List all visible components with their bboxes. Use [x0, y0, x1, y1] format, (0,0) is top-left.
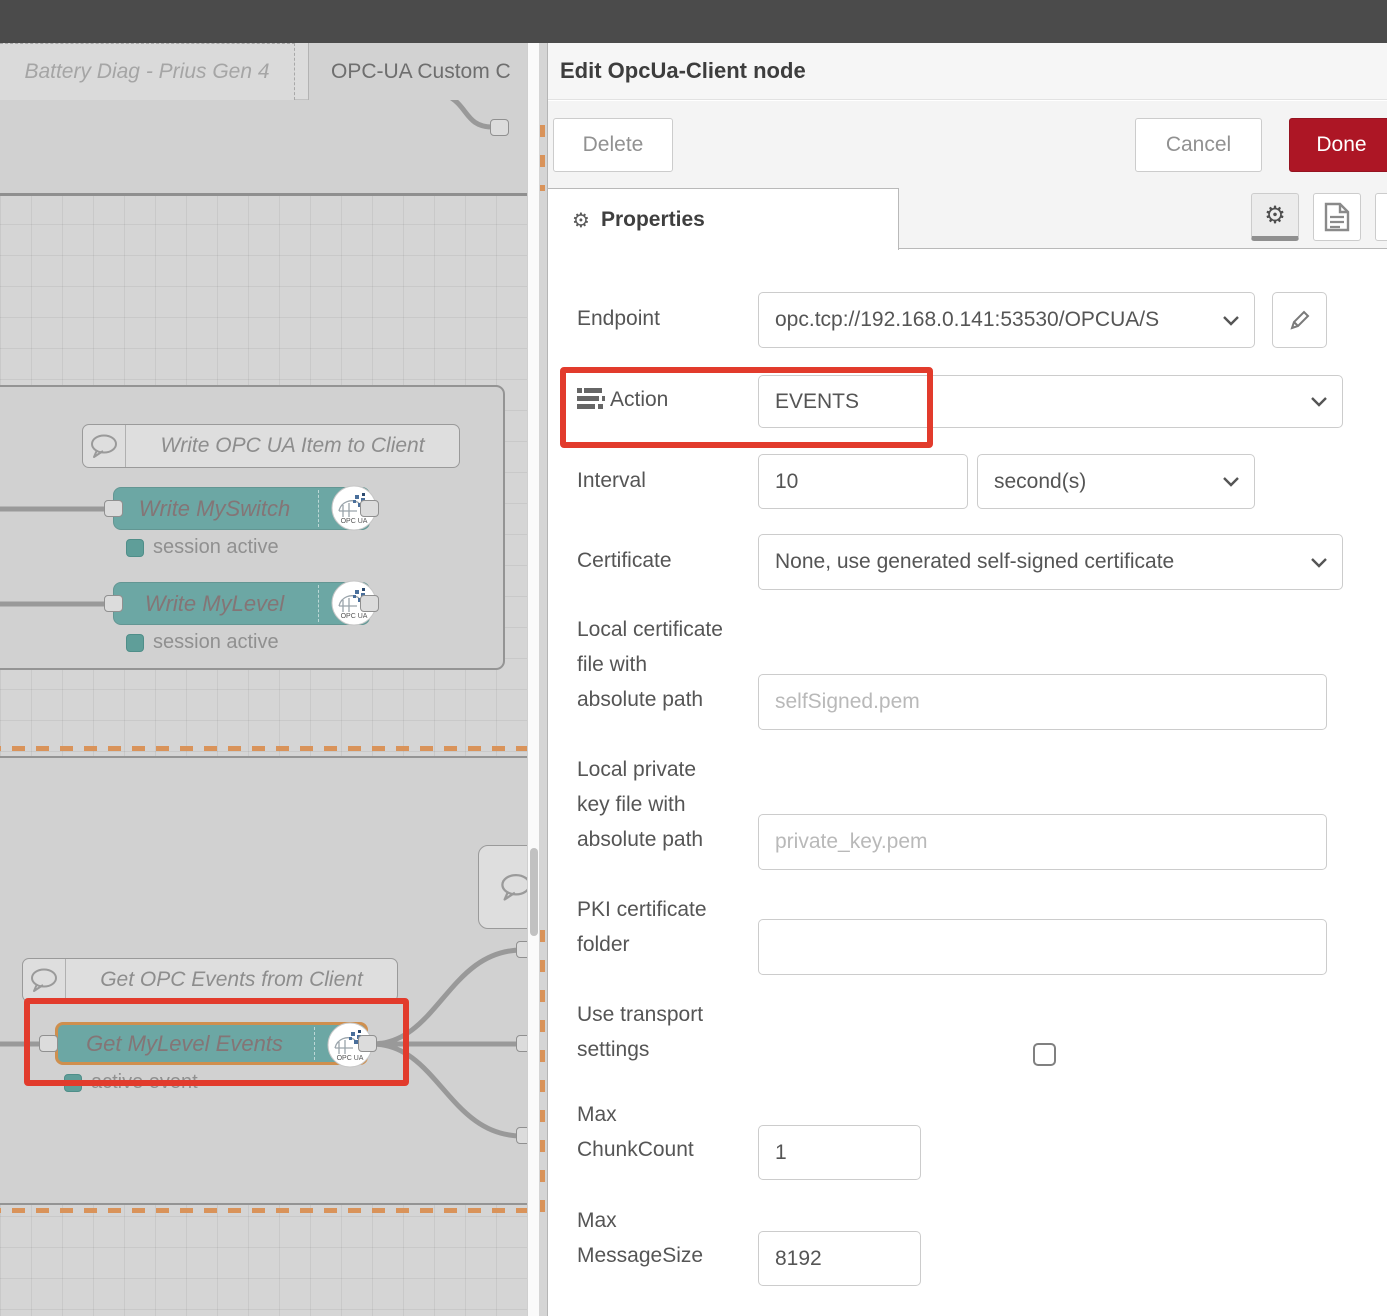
interval-label: Interval [577, 467, 646, 495]
wire[interactable] [372, 1044, 522, 1136]
node-port-output[interactable] [360, 595, 379, 612]
status-text: active event [91, 1071, 198, 1094]
interval-unit-value: second(s) [994, 470, 1222, 494]
private-key-input[interactable] [758, 814, 1327, 870]
flow-tab-opcua-custom[interactable]: OPC-UA Custom C [308, 43, 527, 100]
gear-icon: ⚙ [1264, 201, 1286, 229]
tray-header: Edit OpcUa-Client node [548, 43, 1387, 100]
endpoint-select[interactable]: opc.tcp://192.168.0.141:53530/OPCUA/S [758, 292, 1255, 348]
endpoint-value: opc.tcp://192.168.0.141:53530/OPCUA/S [775, 308, 1222, 332]
delete-button-label: Delete [583, 133, 644, 157]
group-selection-dash-seam [540, 930, 545, 1216]
local-cert-input[interactable] [758, 674, 1327, 730]
node-port-output[interactable] [358, 1035, 377, 1052]
private-key-label-line3: absolute path [577, 826, 703, 854]
local-cert-label-line3: absolute path [577, 686, 703, 714]
action-value: EVENTS [775, 390, 1310, 414]
flow-tab-bar: Battery Diag - Prius Gen 4 OPC-UA Custom… [0, 43, 527, 100]
max-msg-label-line2: MessageSize [577, 1242, 703, 1270]
description-view-button[interactable] [1313, 193, 1361, 241]
node-port-partial[interactable] [516, 1035, 527, 1052]
chevron-down-icon [1310, 396, 1328, 407]
private-key-label-line2: key file with [577, 791, 686, 819]
max-chunk-label-line2: ChunkCount [577, 1136, 694, 1164]
node-red-app: Battery Diag - Prius Gen 4 OPC-UA Custom… [0, 0, 1387, 1316]
node-port-partial[interactable] [490, 119, 509, 136]
wire[interactable] [448, 100, 492, 127]
node-port-input[interactable] [39, 1035, 58, 1052]
transport-settings-checkbox[interactable] [1033, 1043, 1056, 1066]
node-status: session active [126, 536, 279, 559]
wire[interactable] [372, 950, 522, 1044]
chevron-down-icon [1222, 476, 1240, 487]
pencil-icon [1289, 309, 1311, 331]
wire-layer [0, 100, 527, 1316]
action-select[interactable]: EVENTS [758, 375, 1343, 428]
edit-endpoint-button[interactable] [1272, 292, 1327, 348]
local-cert-label-line2: file with [577, 651, 647, 679]
private-key-label-line1: Local private [577, 756, 696, 784]
chevron-down-icon [1310, 557, 1328, 568]
tasks-icon [577, 388, 605, 410]
tab-properties-label: Properties [601, 208, 705, 232]
tray-button-row: Delete Cancel Done [548, 101, 1387, 185]
certificate-value: None, use generated self-signed certific… [775, 550, 1310, 574]
done-button-label: Done [1316, 133, 1366, 157]
status-dot-icon [64, 1074, 82, 1092]
flow-tab-battery-diag[interactable]: Battery Diag - Prius Gen 4 [0, 43, 295, 100]
pki-folder-input[interactable] [758, 919, 1327, 975]
certificate-label: Certificate [577, 547, 672, 575]
status-text: session active [153, 536, 279, 559]
node-port-input[interactable] [104, 595, 123, 612]
delete-button[interactable]: Delete [553, 118, 673, 172]
node-status: session active [126, 631, 279, 654]
properties-form: Endpoint opc.tcp://192.168.0.141:53530/O… [548, 249, 1387, 1316]
max-msg-label-line1: Max [577, 1207, 617, 1235]
status-dot-icon [126, 539, 144, 557]
node-status: active event [64, 1071, 198, 1094]
canvas-scrollbar[interactable] [527, 43, 539, 1316]
interval-unit-select[interactable]: second(s) [977, 454, 1255, 509]
document-icon [1324, 202, 1350, 232]
app-header-bar [0, 0, 1387, 43]
tab-properties[interactable]: ⚙ Properties [547, 188, 899, 250]
appearance-view-button[interactable] [1375, 193, 1387, 241]
transport-label-line1: Use transport [577, 1001, 703, 1029]
group-selection-dash-seam [540, 125, 545, 191]
flow-workspace: Battery Diag - Prius Gen 4 OPC-UA Custom… [0, 43, 527, 1316]
edit-node-tray: Edit OpcUa-Client node Delete Cancel Don… [547, 43, 1387, 1316]
pki-label-line2: folder [577, 931, 630, 959]
status-dot-icon [126, 634, 144, 652]
endpoint-label: Endpoint [577, 305, 660, 333]
flow-canvas[interactable]: Write OPC UA Item to Client Write MySwit… [0, 100, 527, 1316]
scrollbar-thumb[interactable] [530, 848, 538, 936]
properties-view-button[interactable]: ⚙ [1251, 193, 1299, 241]
gear-icon: ⚙ [572, 208, 590, 232]
action-label: Action [610, 386, 668, 414]
node-port-output[interactable] [360, 500, 379, 517]
max-chunk-label-line1: Max [577, 1101, 617, 1129]
tray-title: Edit OpcUa-Client node [548, 58, 806, 84]
status-text: session active [153, 631, 279, 654]
chevron-down-icon [1222, 315, 1240, 326]
tray-tab-row: ⚙ Properties ⚙ [548, 185, 1387, 249]
max-chunkcount-input[interactable] [758, 1125, 921, 1180]
local-cert-label-line1: Local certificate [577, 616, 723, 644]
cancel-button-label: Cancel [1166, 133, 1231, 157]
certificate-select[interactable]: None, use generated self-signed certific… [758, 534, 1343, 590]
cancel-button[interactable]: Cancel [1135, 118, 1262, 172]
flow-tab-label: OPC-UA Custom C [331, 60, 511, 84]
interval-input[interactable] [758, 454, 968, 509]
pki-label-line1: PKI certificate [577, 896, 707, 924]
node-port-partial[interactable] [516, 1127, 527, 1144]
max-messagesize-input[interactable] [758, 1231, 921, 1286]
node-port-input[interactable] [104, 500, 123, 517]
node-port-partial[interactable] [516, 941, 527, 958]
done-button[interactable]: Done [1289, 118, 1387, 172]
transport-label-line2: settings [577, 1036, 649, 1064]
flow-tab-label: Battery Diag - Prius Gen 4 [24, 60, 269, 84]
